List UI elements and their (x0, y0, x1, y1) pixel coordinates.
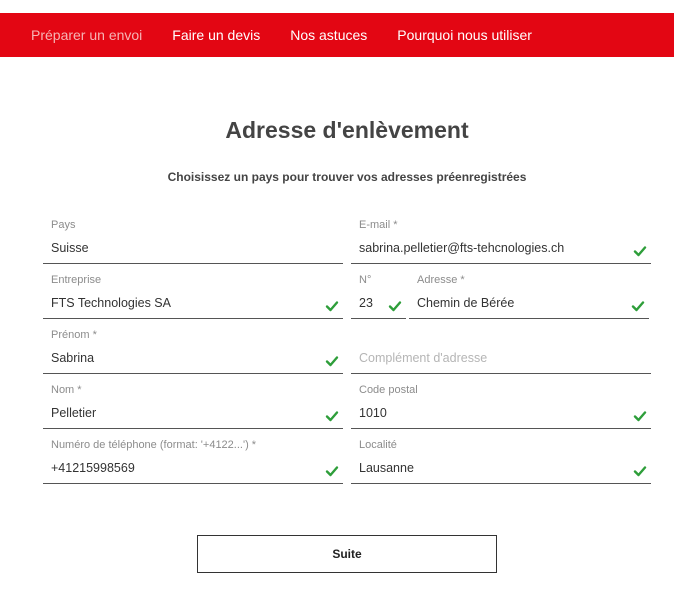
address-label: Adresse * (417, 274, 465, 286)
postal-code-label: Code postal (359, 384, 418, 396)
country-value: Suisse (51, 241, 89, 255)
top-navigation: Préparer un envoi Faire un devis Nos ast… (0, 13, 674, 57)
nav-prepare-shipment[interactable]: Préparer un envoi (31, 27, 142, 43)
address-value: Chemin de Bérée (417, 296, 515, 310)
email-label: E-mail * (359, 219, 398, 231)
city-value: Lausanne (359, 461, 414, 475)
phone-value: +41215998569 (51, 461, 135, 475)
firstname-value: Sabrina (51, 351, 95, 365)
checkmark-icon (633, 466, 647, 477)
next-button[interactable]: Suite (197, 535, 497, 573)
page-title: Adresse d'enlèvement (225, 117, 469, 143)
lastname-value: Pelletier (51, 406, 97, 420)
city-label: Localité (359, 439, 397, 451)
company-field[interactable]: Entreprise FTS Technologies SA (43, 273, 343, 319)
street-number-label: N° (359, 274, 372, 286)
lastname-field[interactable]: Nom * Pelletier (43, 383, 343, 429)
phone-field[interactable]: Numéro de téléphone (format: '+4122...')… (43, 438, 343, 484)
firstname-field[interactable]: Prénom * Sabrina (43, 328, 343, 374)
checkmark-icon (325, 411, 339, 422)
lastname-label: Nom * (51, 384, 82, 396)
address-extra-field[interactable]: Complément d'adresse (351, 328, 651, 374)
checkmark-icon (633, 411, 647, 422)
page-subtitle: Choisissez un pays pour trouver vos adre… (167, 170, 527, 184)
checkmark-icon (325, 301, 339, 312)
checkmark-icon (388, 301, 402, 312)
firstname-label: Prénom * (51, 329, 97, 341)
nav-why-us[interactable]: Pourquoi nous utiliser (397, 27, 532, 43)
company-value: FTS Technologies SA (51, 296, 171, 310)
country-label: Pays (51, 219, 76, 231)
city-field[interactable]: Localité Lausanne (351, 438, 651, 484)
email-value: sabrina.pelletier@fts-tehcnologies.ch (359, 241, 565, 255)
street-number-value: 23 (359, 296, 373, 310)
nav-tips[interactable]: Nos astuces (290, 27, 367, 43)
address-extra-placeholder: Complément d'adresse (359, 351, 488, 365)
phone-label: Numéro de téléphone (format: '+4122...')… (51, 439, 257, 451)
checkmark-icon (325, 356, 339, 367)
nav-get-quote[interactable]: Faire un devis (172, 27, 260, 43)
email-field[interactable]: E-mail * sabrina.pelletier@fts-tehcnolog… (351, 218, 651, 264)
country-field[interactable]: Pays Suisse (43, 218, 343, 264)
checkmark-icon (631, 301, 645, 312)
address-field[interactable]: Adresse * Chemin de Bérée (409, 273, 649, 319)
company-label: Entreprise (51, 274, 102, 286)
checkmark-icon (325, 466, 339, 477)
postal-code-field[interactable]: Code postal 1010 (351, 383, 651, 429)
street-number-field[interactable]: N° 23 (351, 273, 406, 319)
checkmark-icon (633, 246, 647, 257)
postal-code-value: 1010 (359, 406, 387, 420)
